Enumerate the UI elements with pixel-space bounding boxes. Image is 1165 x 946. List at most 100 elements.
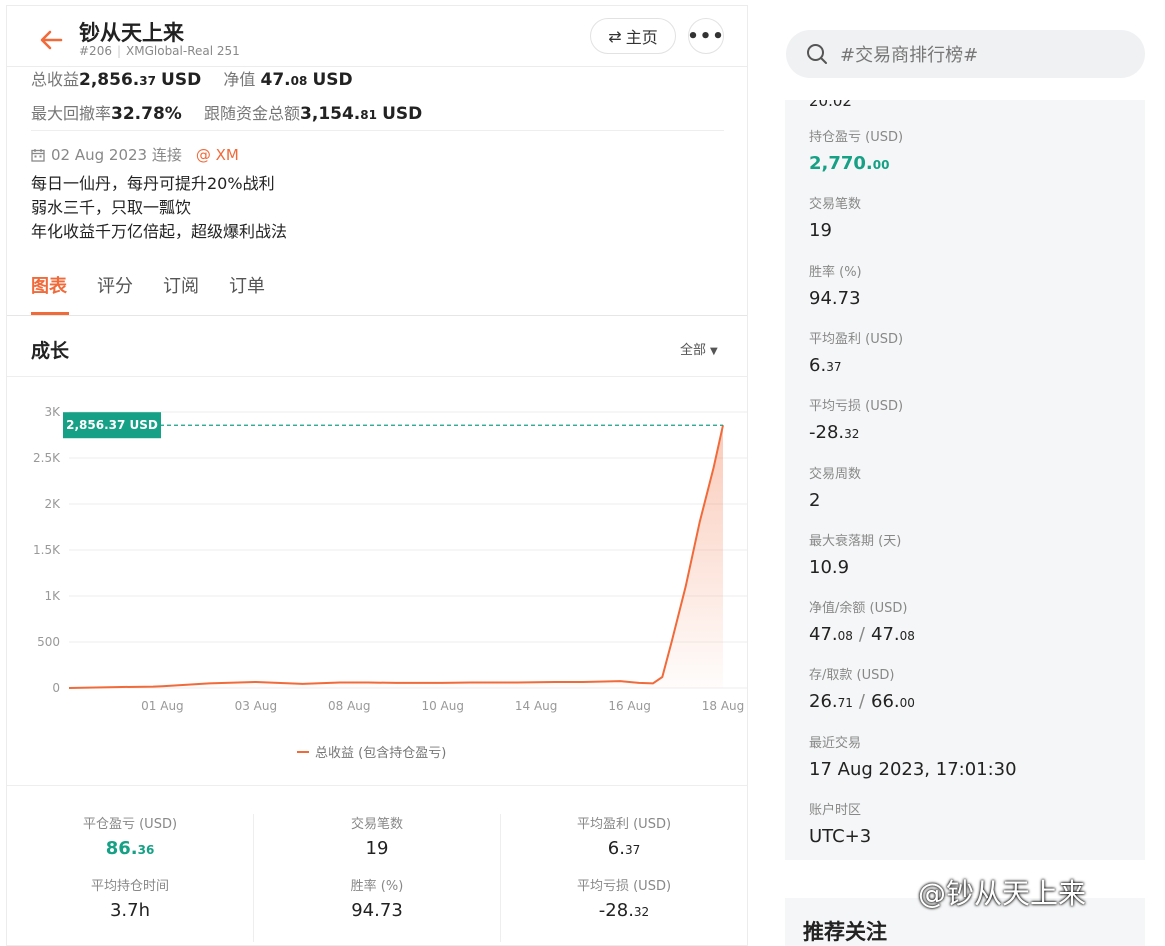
account-stat-item: 持仓盈亏 (USD) 2,770.00 <box>809 126 903 174</box>
stats-divider <box>7 785 747 786</box>
stat-value: 19 <box>254 838 500 859</box>
total-profit-int: 2,856. <box>79 70 140 90</box>
trader-name: 钞从天上来 <box>79 21 184 45</box>
account-stat-label: 最近交易 <box>809 735 862 751</box>
x-tick-label: 01 Aug <box>141 699 184 713</box>
growth-chart: 0 500 1K 1.5K 2K 2.5K 3K 01 Aug 03 Aug 08 Aug 10 A… <box>33 405 747 713</box>
home-button[interactable]: ⇄ 主页 <box>590 18 676 54</box>
stat-value-int: 86. <box>105 838 138 859</box>
account-stat-dec: 32 <box>844 427 860 442</box>
slash-separator: / <box>858 624 865 646</box>
stats-col-divider <box>500 814 501 942</box>
account-stat-int2: 47. <box>871 624 900 646</box>
total-profit-unit: USD <box>161 70 202 90</box>
account-stat-int: 17 Aug 2023, 17:01:30 <box>809 758 1017 780</box>
follow-label: 跟随资金总额 <box>204 104 301 123</box>
stats-col-divider <box>253 814 254 942</box>
legend-swatch <box>297 750 309 753</box>
account-stat-dec2: 00 <box>899 696 915 711</box>
y-tick-label: 500 <box>37 635 60 649</box>
account-stat-label: 存/取款 (USD) <box>809 668 895 684</box>
range-dropdown[interactable]: 全部 ▼ <box>680 339 718 358</box>
drawdown-value: 32.78% <box>111 104 182 124</box>
account-stat-value: 2 <box>809 490 861 511</box>
stat-value-dec: 36 <box>137 843 155 857</box>
account-stat-int: 19 <box>809 220 832 242</box>
more-button[interactable]: ••• <box>687 18 724 54</box>
total-profit-dec: 37 <box>139 74 156 88</box>
chart-legend[interactable]: 总收益 (包含持仓盈亏) <box>297 742 446 761</box>
broker-link[interactable]: @ XM <box>196 146 239 164</box>
description-line: 年化收益千万亿倍起，超级爆利战法 <box>31 222 288 241</box>
account-stat-label: 胜率 (%) <box>809 264 862 280</box>
stat-label: 平仓盈亏 (USD) <box>82 817 178 832</box>
account-stat-label: 持仓盈亏 (USD) <box>809 130 904 145</box>
search-bar[interactable]: #交易商排行榜# <box>786 30 1145 78</box>
account-stat-dec2: 08 <box>899 629 915 644</box>
stat-value: -28.32 <box>501 900 747 921</box>
stat-value-int: 19 <box>365 838 389 859</box>
tab-chart[interactable]: 图表 <box>31 272 67 298</box>
stat-cell: 平均盈利 (USD) 6.37 <box>501 813 747 859</box>
y-tick-label: 1.5K <box>33 543 61 557</box>
stat-value-int: -28. <box>598 900 634 921</box>
account-stat-label: 净值/余额 (USD) <box>809 601 908 617</box>
account-stat-value: 17 Aug 2023, 17:01:30 <box>809 759 1017 780</box>
account-stat-value: 94.73 <box>809 288 862 309</box>
slash-separator: / <box>858 691 865 713</box>
account-stat-value: 47.08/47.08 <box>809 624 915 645</box>
account-stat-item: 最近交易 17 Aug 2023, 17:01:30 <box>809 732 1017 780</box>
account-stat-int: 6. <box>809 354 827 376</box>
range-dropdown-value: 全部 <box>680 343 707 358</box>
trader-subtitle: #206 | XMGlobal-Real 251 <box>79 44 240 58</box>
follow-int: 3,154. <box>300 104 361 124</box>
stat-value-int: 94.73 <box>351 900 403 921</box>
current-value-label: 2,856.37 USD <box>66 418 158 432</box>
stat-label: 平均亏损 (USD) <box>576 879 672 894</box>
equity-unit: USD <box>312 70 353 90</box>
account-stat-value: 26.71 / 66.00 <box>809 691 915 712</box>
y-tick-label: 1K <box>44 589 61 603</box>
stats-grid: 平仓盈亏 (USD) 86.36 交易笔数 19 平均盈利 (USD) 6.37 平均持仓时… <box>7 801 747 941</box>
x-tick-label: 18 Aug <box>702 699 745 713</box>
tab-orders[interactable]: 订单 <box>229 272 265 298</box>
equity-dec: 08 <box>290 74 308 88</box>
x-tick-label: 08 Aug <box>328 699 371 713</box>
equity-label: 净值 <box>223 70 256 89</box>
stat-label: 交易笔数 <box>350 817 403 832</box>
account-label: XMGlobal-Real 251 <box>126 44 240 58</box>
account-stat-item: 平均亏损 (USD) -28.32 <box>809 395 903 443</box>
stat-cell: 胜率 (%) 94.73 <box>254 875 500 921</box>
series-area <box>69 425 723 688</box>
account-stat-dec: 71 <box>837 696 853 711</box>
connection-line: 02 Aug 2023 连接 @ XM <box>31 144 239 165</box>
account-stat-int: 2,770. <box>809 153 873 174</box>
x-tick-label: 10 Aug <box>421 699 464 713</box>
back-arrow-icon[interactable] <box>37 28 65 52</box>
account-stat-label: 平均盈利 (USD) <box>809 331 904 347</box>
account-stat-label: 交易周数 <box>809 466 862 482</box>
legend-label: 总收益 (包含持仓盈亏) <box>315 746 447 761</box>
stat-value-dec: 32 <box>633 905 650 919</box>
trader-detail-panel: 钞从天上来 #206 | XMGlobal-Real 251 ⇄ 主页 ••• 总收… <box>6 5 748 946</box>
tab-bar: 图表 评分 订阅 订单 <box>31 272 265 298</box>
tabs-divider <box>7 315 747 316</box>
account-stat-item: 账户时区 UTC+3 <box>809 799 871 847</box>
stat-label: 胜率 (%) <box>350 879 404 894</box>
account-stat-value: UTC+3 <box>809 826 871 847</box>
stat-cell: 平均持仓时间 3.7h <box>7 875 253 921</box>
stat-value: 86.36 <box>7 838 253 859</box>
summary-row-2: 最大回撤率32.78% 跟随资金总额3,154.81 USD <box>31 100 422 124</box>
account-stat-item: 胜率 (%) 94.73 <box>809 261 862 309</box>
stat-value: 6.37 <box>501 838 747 859</box>
tab-rating[interactable]: 评分 <box>97 272 133 298</box>
search-placeholder: #交易商排行榜# <box>840 45 979 66</box>
account-stat-dec: 00 <box>872 158 890 172</box>
equity-int: 47. <box>260 70 291 90</box>
account-stat-item: 净值/余额 (USD) 47.08/47.08 <box>809 597 915 645</box>
account-stat-item: 最大衰落期 (天) 10.9 <box>809 530 901 578</box>
account-stats-card: 20.02 持仓盈亏 (USD) 2,770.00 交易笔数 19 胜率 (%) 94.7… <box>785 100 1145 860</box>
trader-description: 每日一仙丹，每丹可提升20%战利 弱水三千，只取一瓢饮 年化收益千万亿倍起，超级… <box>31 172 287 244</box>
tab-subscribe[interactable]: 订阅 <box>163 272 199 298</box>
x-tick-label: 03 Aug <box>235 699 278 713</box>
